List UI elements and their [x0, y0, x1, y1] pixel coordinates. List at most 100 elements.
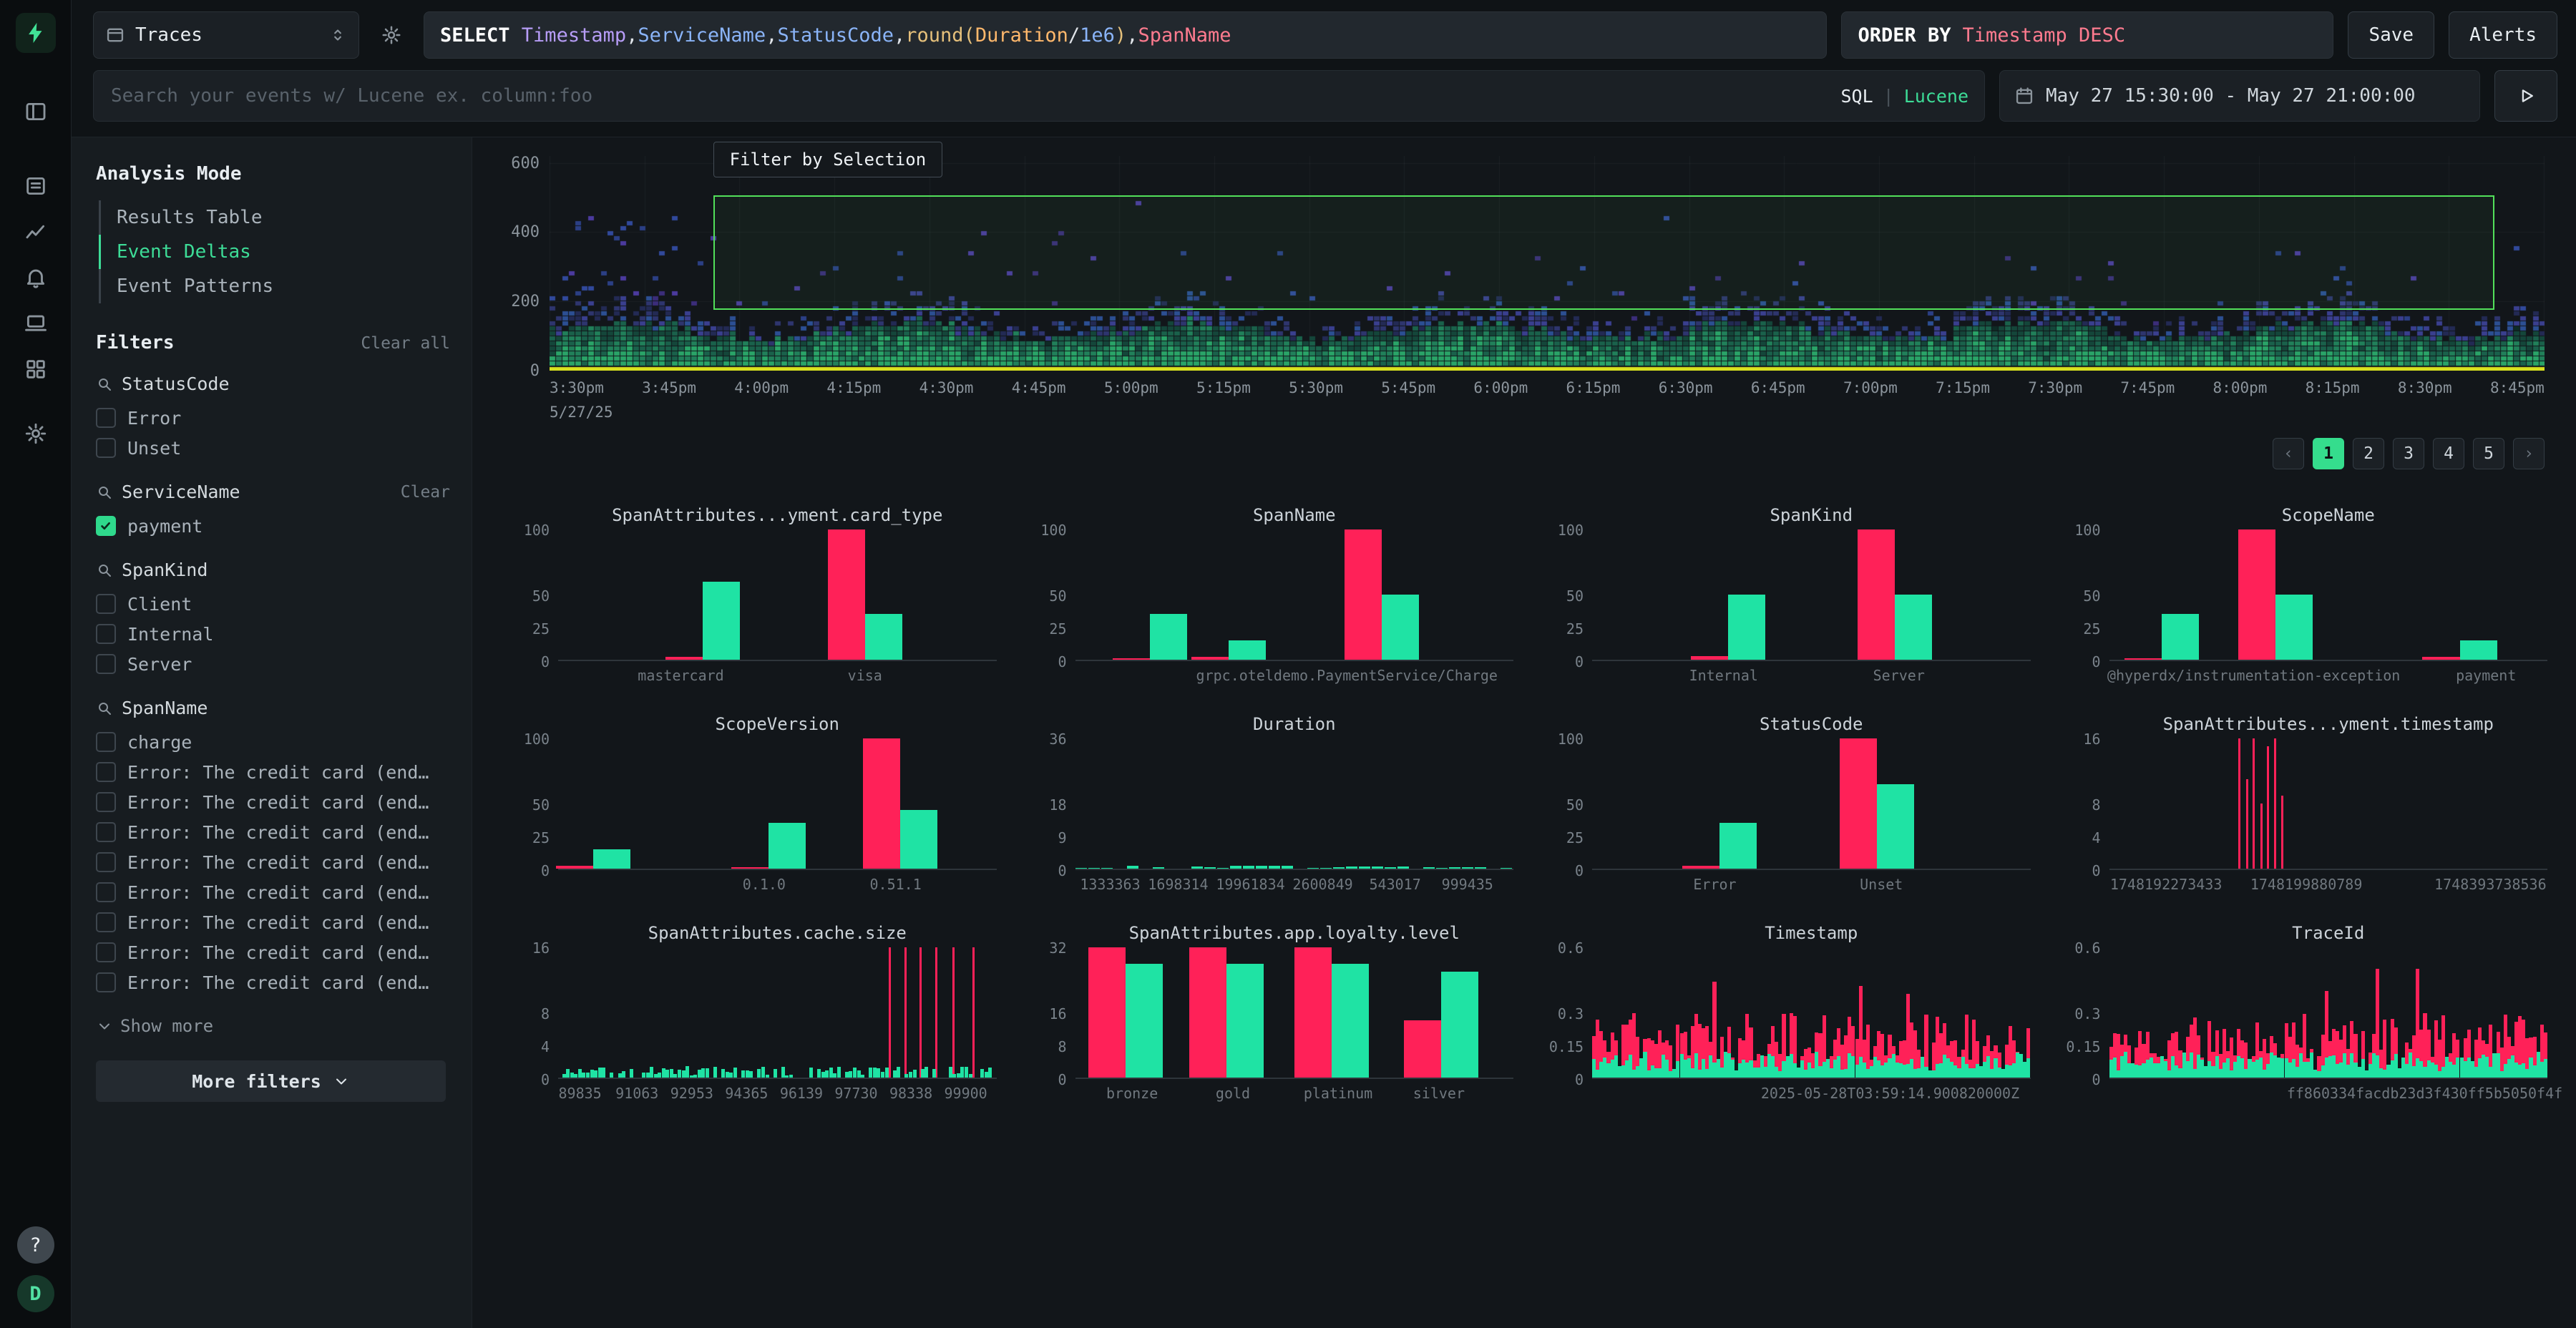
mini-chart-plot[interactable] [558, 529, 997, 661]
alerts-button[interactable]: Alerts [2449, 11, 2557, 59]
mini-chart-plot[interactable] [1075, 529, 1514, 661]
x-tick-label: Internal [1689, 667, 1758, 684]
search-icon[interactable] [96, 700, 113, 717]
filter-option[interactable]: Error: The credit card (end… [96, 757, 450, 787]
mini-chart-plot[interactable] [2109, 947, 2548, 1079]
lang-sql-option[interactable]: SQL [1840, 86, 1873, 107]
mini-charts-grid: SpanAttributes...yment.card_type10050250… [512, 501, 2547, 1103]
clear-all-filters-button[interactable]: Clear all [361, 334, 450, 353]
floor-bar [873, 1068, 877, 1078]
floor-bar [952, 1074, 956, 1078]
filter-option[interactable]: Client [96, 589, 450, 619]
page-button-4[interactable]: 4 [2433, 438, 2464, 469]
page-button-5[interactable]: 5 [2473, 438, 2504, 469]
floor-bar [741, 1070, 745, 1078]
heatmap-plot[interactable]: Filter by Selection [550, 156, 2545, 371]
filter-option[interactable]: Error: The credit card (end… [96, 967, 450, 997]
filter-group-servicename: ServiceNameClearpayment [96, 482, 450, 541]
app-logo[interactable] [16, 13, 56, 53]
filter-checkbox[interactable] [96, 654, 116, 674]
page-next-button[interactable]: › [2513, 438, 2545, 469]
show-more-button[interactable]: Show more [96, 1016, 450, 1036]
mini-chart-plot[interactable] [1592, 738, 2031, 870]
save-button[interactable]: Save [2348, 11, 2434, 59]
filter-option[interactable]: Error: The credit card (end… [96, 817, 450, 847]
filter-checkbox[interactable] [96, 438, 116, 458]
mini-chart-plot[interactable] [2109, 529, 2548, 661]
dashboards-grid-icon[interactable] [19, 352, 53, 386]
analysis-mode-event-patterns[interactable]: Event Patterns [99, 269, 450, 303]
page-prev-button[interactable]: ‹ [2273, 438, 2304, 469]
mini-chart-plot[interactable] [2109, 738, 2548, 870]
user-avatar[interactable]: D [17, 1275, 54, 1312]
mini-chart-x-axis: 0.1.00.51.1 [558, 870, 997, 894]
source-settings-gear-icon[interactable] [374, 17, 409, 53]
source-select[interactable]: Traces [93, 11, 359, 59]
filter-checkbox[interactable] [96, 912, 116, 932]
filter-option[interactable]: payment [96, 511, 450, 541]
mini-chart-plot[interactable] [1592, 947, 2031, 1079]
mini-chart-plot[interactable] [558, 947, 997, 1079]
mini-chart-plot[interactable] [558, 738, 997, 870]
filter-checkbox[interactable] [96, 516, 116, 536]
search-icon[interactable] [96, 484, 113, 501]
search-icon[interactable] [96, 376, 113, 393]
filter-option[interactable]: Error: The credit card (end… [96, 847, 450, 877]
filter-checkbox[interactable] [96, 732, 116, 752]
filter-option[interactable]: Error [96, 403, 450, 433]
filter-option[interactable]: Server [96, 649, 450, 679]
more-filters-button[interactable]: More filters [96, 1060, 446, 1102]
filter-by-selection-button[interactable]: Filter by Selection [713, 142, 943, 177]
analysis-mode-results-table[interactable]: Results Table [99, 200, 450, 235]
filter-checkbox[interactable] [96, 972, 116, 992]
search-input[interactable] [109, 84, 1828, 107]
floor-bar [1269, 866, 1280, 869]
mini-chart-plot[interactable] [1075, 738, 1514, 870]
order-by-editor[interactable]: ORDER BYTimestamp DESC [1841, 11, 2333, 59]
mini-chart-plot[interactable] [1592, 529, 2031, 661]
alerts-bell-icon[interactable] [19, 260, 53, 295]
sidebar-toggle-icon[interactable] [19, 94, 53, 129]
filter-option[interactable]: Error: The credit card (end… [96, 937, 450, 967]
mini-chart-y-axis: 361890 [1030, 738, 1075, 870]
filter-checkbox[interactable] [96, 852, 116, 872]
filter-checkbox[interactable] [96, 942, 116, 962]
filter-group-clear-button[interactable]: Clear [401, 483, 450, 502]
floor-bar [706, 1068, 709, 1078]
analysis-mode-event-deltas[interactable]: Event Deltas [99, 235, 450, 269]
bar [1345, 529, 1382, 660]
sessions-laptop-icon[interactable] [19, 306, 53, 341]
filter-checkbox[interactable] [96, 792, 116, 812]
lang-lucene-option[interactable]: Lucene [1904, 86, 1968, 107]
filter-option[interactable]: Unset [96, 433, 450, 463]
run-query-button[interactable] [2494, 70, 2557, 122]
filter-option[interactable]: Error: The credit card (end… [96, 787, 450, 817]
filter-option[interactable]: charge [96, 727, 450, 757]
page-button-1[interactable]: 1 [2313, 438, 2344, 469]
floor-bar [1320, 868, 1332, 869]
filter-checkbox[interactable] [96, 408, 116, 428]
filter-checkbox[interactable] [96, 822, 116, 842]
sql-select-editor[interactable]: SELECT Timestamp,ServiceName,StatusCode,… [424, 11, 1827, 59]
time-range-picker[interactable]: May 27 15:30:00 - May 27 21:00:00 [1999, 70, 2480, 122]
heatmap-selection-region[interactable] [713, 195, 2495, 310]
floor-bar [594, 1070, 597, 1078]
floor-bar [1088, 868, 1100, 869]
filter-checkbox[interactable] [96, 594, 116, 614]
y-tick-label: 0 [1575, 1071, 1584, 1088]
filter-checkbox[interactable] [96, 624, 116, 644]
page-button-3[interactable]: 3 [2393, 438, 2424, 469]
page-button-2[interactable]: 2 [2353, 438, 2384, 469]
chart-explorer-icon[interactable] [19, 215, 53, 249]
search-bar[interactable]: SQL | Lucene [93, 70, 1985, 122]
settings-gear-icon[interactable] [19, 416, 53, 451]
filter-checkbox[interactable] [96, 762, 116, 782]
help-button[interactable]: ? [17, 1226, 54, 1264]
filter-checkbox[interactable] [96, 882, 116, 902]
search-logs-icon[interactable] [19, 169, 53, 203]
filter-option[interactable]: Internal [96, 619, 450, 649]
filter-option[interactable]: Error: The credit card (end… [96, 877, 450, 907]
search-icon[interactable] [96, 562, 113, 579]
mini-chart-plot[interactable] [1075, 947, 1514, 1079]
filter-option[interactable]: Error: The credit card (end… [96, 907, 450, 937]
